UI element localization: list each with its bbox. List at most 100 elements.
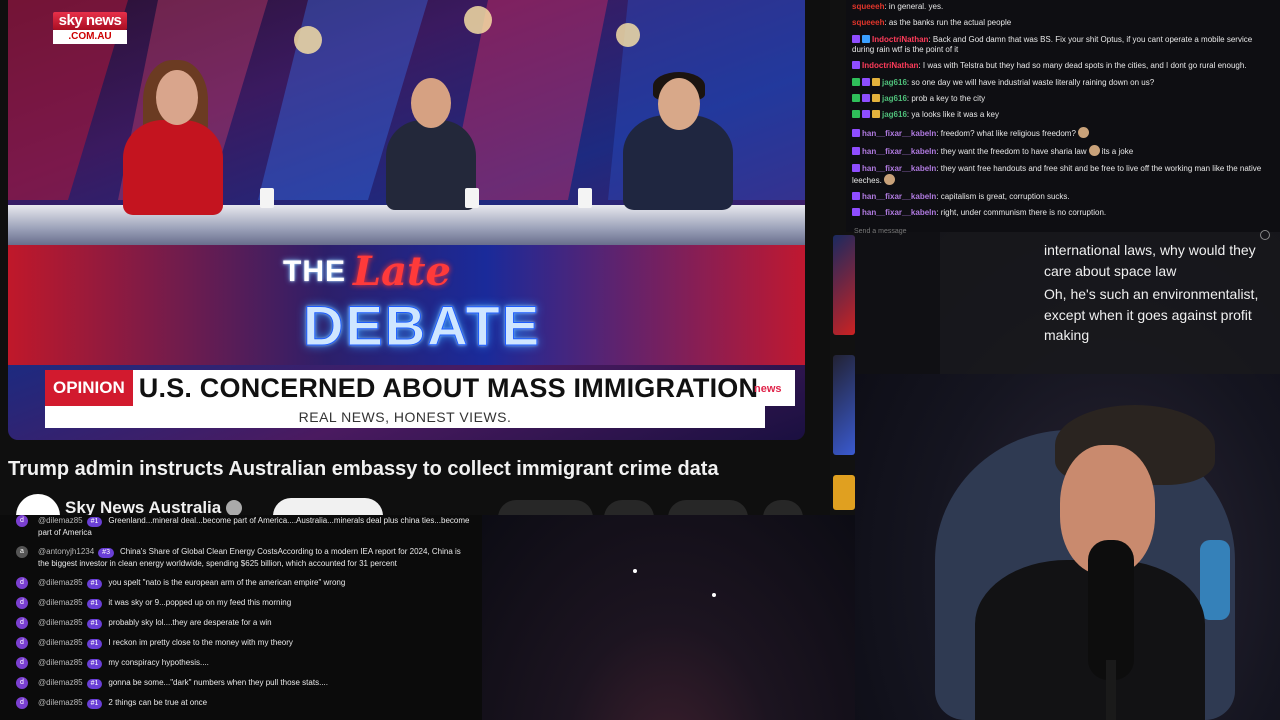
recommended-thumbnail[interactable] <box>833 475 855 510</box>
chat-text: capitalism is great, corruption sucks. <box>940 191 1070 201</box>
chat-badge-icon[interactable] <box>852 61 860 70</box>
coffee-cup <box>465 188 479 208</box>
chat-badge-icon[interactable] <box>852 191 860 200</box>
more-options-button[interactable] <box>763 500 803 515</box>
subscribe-button[interactable] <box>273 498 383 515</box>
tagline-bar: REAL NEWS, HONEST VIEWS. <box>45 406 765 428</box>
like-button[interactable] <box>498 500 593 515</box>
coffee-cup <box>260 188 274 208</box>
chat-username[interactable]: @dilemaz85 <box>38 618 83 627</box>
channel-row: Sky News Australia <box>8 494 808 515</box>
news-headline: U.S. CONCERNED ABOUT MASS IMMIGRATION <box>138 372 759 403</box>
chat-username[interactable]: han__fixar__kabeln <box>862 192 936 201</box>
chat-username[interactable]: @dilemaz85 <box>38 678 83 687</box>
chat-username[interactable]: @dilemaz85 <box>38 578 83 587</box>
channel-avatar[interactable] <box>16 494 60 515</box>
rank-badge: #1 <box>86 659 103 669</box>
chat-username[interactable]: IndoctriNathan <box>872 35 928 44</box>
lower-third-banner: OPINION U.S. CONCERNED ABOUT MASS IMMIGR… <box>45 370 795 406</box>
rank-badge: #1 <box>86 599 103 609</box>
chat-username[interactable]: squeeeh <box>852 2 884 11</box>
chat-badge-icon[interactable] <box>862 110 870 119</box>
avatar[interactable]: d <box>16 677 28 689</box>
chat-badge-icon[interactable] <box>852 147 860 156</box>
logo-text: sky news <box>53 12 127 30</box>
chat-username[interactable]: han__fixar__kabeln <box>862 129 936 138</box>
chat-badge-icon[interactable] <box>852 128 860 137</box>
chat-message: d @dilemaz85 #1 you spelt "nato is the euro… <box>8 577 474 589</box>
chat-badge-icon[interactable] <box>852 34 860 43</box>
video-title: Trump admin instructs Australian embassy… <box>8 458 719 480</box>
chat-badge-icon[interactable] <box>852 208 860 217</box>
chat-badge-icon[interactable] <box>862 77 870 86</box>
chat-username[interactable]: @dilemaz85 <box>38 638 83 647</box>
chat-username[interactable]: squeeeh <box>852 18 884 27</box>
chat-text: prob a key to the city <box>911 93 986 103</box>
chat-message: IndoctriNathan: Back and God damn that w… <box>852 34 1253 54</box>
chat-badge-icon[interactable] <box>852 93 860 102</box>
avatar[interactable]: d <box>16 597 28 609</box>
emote-icon <box>1077 126 1089 138</box>
clip-button[interactable] <box>668 500 748 515</box>
share-button[interactable] <box>604 500 654 515</box>
chat-badge-icon[interactable] <box>852 77 860 86</box>
microphone-arm <box>1106 660 1116 720</box>
chat-text: so one day we will have industrial waste… <box>911 77 1155 87</box>
chat-message: a @antonyjh1234 #3 China's Share of Global … <box>8 546 474 569</box>
chat-message: han__fixar__kabeln: freedom? what like r… <box>852 126 1274 139</box>
chat-badge-icon[interactable] <box>872 93 880 102</box>
chat-badge-icon[interactable] <box>852 163 860 172</box>
chat-username[interactable]: IndoctriNathan <box>862 61 918 70</box>
emote-icon <box>1088 145 1100 157</box>
chat-badge-icon[interactable] <box>872 77 880 86</box>
presenter-right-head <box>658 78 700 130</box>
presenter-left <box>123 120 223 215</box>
chat-badge-icon[interactable] <box>872 110 880 119</box>
chat-text: in general. yes. <box>888 2 944 11</box>
presenter-middle-head <box>411 78 451 128</box>
channel-name[interactable]: Sky News Australia <box>65 498 221 515</box>
chat-badge-icon[interactable] <box>862 34 870 43</box>
rank-badge: #1 <box>86 579 103 589</box>
logo-domain: .COM.AU <box>53 30 127 44</box>
chat-username[interactable]: han__fixar__kabeln <box>862 147 936 156</box>
avatar[interactable]: d <box>16 697 28 709</box>
chair-accent-light <box>1200 540 1230 620</box>
emote-picker-icon[interactable] <box>1260 230 1270 240</box>
avatar[interactable]: d <box>16 577 28 589</box>
chat-text: you spelt "nato is the european arm of t… <box>108 578 346 587</box>
microphone-icon <box>1088 540 1134 680</box>
chat-username[interactable]: @dilemaz85 <box>38 516 83 525</box>
rank-badge: #3 <box>98 548 114 558</box>
show-title-the: THE <box>283 255 346 288</box>
chat-message: jag616: prob a key to the city <box>852 93 1274 104</box>
chat-message: jag616: ya looks like it was a key <box>852 110 1274 120</box>
chat-username[interactable]: jag616 <box>882 110 907 119</box>
avatar[interactable]: d <box>16 617 28 629</box>
chat-username[interactable]: jag616 <box>882 78 907 87</box>
chat-username[interactable]: @dilemaz85 <box>38 658 83 667</box>
recommended-thumbnail[interactable] <box>833 235 855 335</box>
avatar[interactable]: a <box>16 546 28 558</box>
presenter-middle <box>386 120 476 210</box>
chat-input[interactable]: Send a message <box>854 228 907 235</box>
avatar[interactable]: d <box>16 637 28 649</box>
rank-badge: #1 <box>86 699 103 709</box>
chat-username[interactable]: jag616 <box>882 94 907 103</box>
chat-username[interactable]: @dilemaz85 <box>38 598 83 607</box>
rank-badge: #1 <box>86 639 103 649</box>
chat-username[interactable]: @dilemaz85 <box>38 698 83 707</box>
opinion-tag: OPINION <box>45 370 133 406</box>
chat-username[interactable]: han__fixar__kabeln <box>862 208 936 217</box>
chat-message: han__fixar__kabeln: they want free hando… <box>852 163 1262 185</box>
chat-username[interactable]: han__fixar__kabeln <box>862 164 936 173</box>
avatar[interactable]: d <box>16 515 28 527</box>
rank-badge: #1 <box>86 517 103 527</box>
rank-badge: #1 <box>86 619 103 629</box>
chat-badge-icon[interactable] <box>852 110 860 119</box>
avatar[interactable]: d <box>16 657 28 669</box>
chat-badge-icon[interactable] <box>862 93 870 102</box>
chat-username[interactable]: @antonyjh1234 <box>38 547 94 556</box>
chat-text: I reckon im pretty close to the money wi… <box>108 638 293 647</box>
recommended-thumbnail[interactable] <box>833 355 855 455</box>
